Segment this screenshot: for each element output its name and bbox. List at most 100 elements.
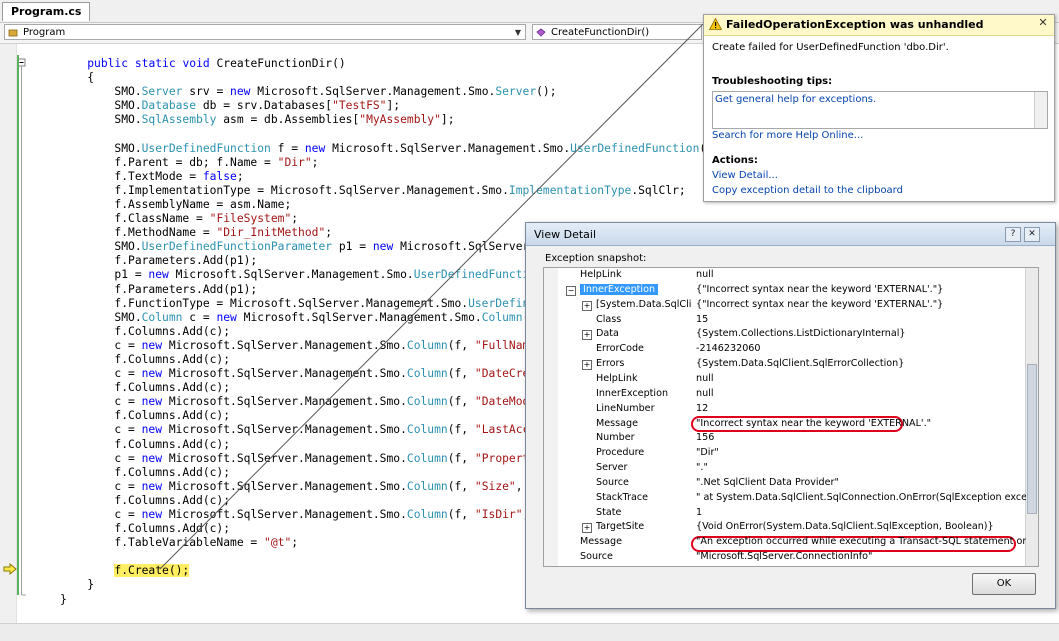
scrollbar-thumb[interactable] xyxy=(1027,364,1037,514)
expand-icon[interactable]: + xyxy=(582,330,592,341)
property-row[interactable]: InnerException null xyxy=(544,387,1026,402)
code-token: Microsoft.SqlServer.Management.Smo. xyxy=(162,423,407,437)
property-row[interactable]: + Data {System.Collections.ListDictionaryI… xyxy=(544,327,1026,342)
expand-icon[interactable]: + xyxy=(582,523,592,534)
code-token: ; xyxy=(325,226,333,240)
code-line[interactable]: SMO.UserDefinedFunction f = new Microsof… xyxy=(60,142,706,156)
property-value: "Dir" xyxy=(696,447,719,459)
horizontal-scrollbar[interactable] xyxy=(0,623,1059,641)
code-token: f.MethodName = xyxy=(60,226,217,240)
property-row[interactable]: ErrorCode -2146232060 xyxy=(544,342,1026,357)
dialog-close-icon[interactable]: ✕ xyxy=(1024,227,1040,242)
property-row[interactable]: Source ".Net SqlClient Data Provider" xyxy=(544,476,1026,491)
property-row[interactable]: + [System.Data.SqlClient.S {"Incorrect syn… xyxy=(544,298,1026,313)
property-name-text: Number xyxy=(596,432,635,444)
view-detail-link[interactable]: View Detail... xyxy=(712,170,778,181)
property-row[interactable]: HelpLink null xyxy=(544,372,1026,387)
code-token: Microsoft.SqlServer.Management.Smo. xyxy=(162,338,407,352)
code-token: "TestFS" xyxy=(332,99,387,113)
code-line[interactable]: { xyxy=(60,71,706,85)
property-row[interactable]: Message "An exception occurred while exec… xyxy=(544,535,1026,550)
property-row[interactable]: LineNumber 12 xyxy=(544,402,1026,417)
code-token: "Dir_InitMethod" xyxy=(216,226,326,240)
code-token: UserDefinedFunctionParameter xyxy=(141,240,333,254)
property-name-text: InnerException xyxy=(596,387,669,399)
code-line[interactable]: SMO.Database db = srv.Databases["TestFS"… xyxy=(60,99,706,113)
property-name-text: Class xyxy=(596,313,622,325)
code-line[interactable] xyxy=(60,127,706,141)
code-token: asm = db.Assemblies[ xyxy=(216,113,360,127)
code-token: false xyxy=(202,169,237,183)
code-token: Microsoft.SqlServer.Management.Smo. xyxy=(162,395,407,409)
property-value: null xyxy=(696,387,714,399)
code-token: "MyAssembly" xyxy=(359,113,441,127)
troubleshooting-tips-list: Get general help for exceptions. xyxy=(712,91,1048,129)
code-token: Microsoft.SqlServer.Management.Smo. xyxy=(325,141,571,155)
code-token: Column xyxy=(406,367,448,381)
property-row[interactable]: StackTrace " at System.Data.SqlClient.Sql… xyxy=(544,491,1026,506)
help-icon[interactable]: ? xyxy=(1005,227,1021,242)
code-line[interactable]: SMO.SqlAssembly asm = db.Assemblies["MyA… xyxy=(60,113,706,127)
code-token: f = xyxy=(270,141,305,155)
property-row[interactable]: Message "Incorrect syntax near the keywor… xyxy=(544,417,1026,432)
collapse-icon[interactable]: − xyxy=(566,285,576,296)
property-value: {System.Data.SqlClient.SqlErrorCollectio… xyxy=(696,358,905,370)
search-help-online-link[interactable]: Search for more Help Online... xyxy=(712,130,863,141)
property-name: State xyxy=(596,506,692,521)
property-value: {"Incorrect syntax near the keyword 'EXT… xyxy=(696,298,944,310)
property-row[interactable]: Source "Microsoft.SqlServer.ConnectionInf… xyxy=(544,550,1026,565)
member-combo[interactable]: CreateFunctionDir() xyxy=(532,24,702,40)
expand-icon[interactable]: + xyxy=(582,360,592,371)
chevron-down-icon: ▼ xyxy=(514,28,521,37)
code-token: f.TextMode = xyxy=(60,169,203,183)
code-token: SqlAssembly xyxy=(141,113,217,127)
property-row[interactable]: State 1 xyxy=(544,506,1026,521)
ok-button[interactable]: OK xyxy=(972,573,1036,595)
code-line[interactable]: f.Parent = db; f.Name = "Dir"; xyxy=(60,156,706,170)
general-help-link[interactable]: Get general help for exceptions. xyxy=(715,94,876,105)
property-row[interactable]: Procedure "Dir" xyxy=(544,446,1026,461)
code-token: (f, xyxy=(447,508,475,521)
property-name-text: LineNumber xyxy=(596,402,655,414)
code-line[interactable]: f.ImplementationType = Microsoft.SqlServ… xyxy=(60,184,706,198)
code-token: Microsoft.SqlServer.Management.Smo. xyxy=(168,268,414,282)
property-name: HelpLink xyxy=(580,268,692,283)
property-row[interactable]: HelpLink null xyxy=(544,268,1026,283)
code-token: UserDefinedFunction xyxy=(570,141,700,155)
property-name: Message xyxy=(596,417,692,432)
property-row[interactable]: Server "." xyxy=(544,461,1026,476)
property-value: {"Incorrect syntax near the keyword 'EXT… xyxy=(696,283,944,295)
code-token: c = xyxy=(60,395,142,409)
property-row[interactable]: Class 15 xyxy=(544,313,1026,328)
close-icon[interactable]: ✕ xyxy=(1036,16,1050,30)
property-grid-scrollbar[interactable] xyxy=(1025,268,1038,566)
property-name-text: Message xyxy=(596,417,639,429)
property-name: Message xyxy=(580,535,692,550)
code-token: SMO. xyxy=(60,85,142,99)
code-line[interactable]: f.TextMode = false; xyxy=(60,170,706,184)
code-token: "@t" xyxy=(264,536,292,550)
copy-exception-link[interactable]: Copy exception detail to the clipboard xyxy=(712,185,903,196)
property-row[interactable]: + TargetSite {Void OnError(System.Data.Sql… xyxy=(544,520,1026,535)
tab-program-cs[interactable]: Program.cs xyxy=(2,2,91,21)
property-name-text: HelpLink xyxy=(580,269,622,280)
code-token: new xyxy=(141,479,163,493)
property-row[interactable]: − InnerException {"Incorrect syntax near t… xyxy=(544,283,1026,298)
property-row[interactable]: Number 156 xyxy=(544,431,1026,446)
code-token: new xyxy=(304,141,326,155)
code-line[interactable]: public static void CreateFunctionDir() xyxy=(60,57,706,71)
property-name-text: Errors xyxy=(596,358,625,370)
code-token: new xyxy=(148,268,169,282)
code-line[interactable]: f.AssemblyName = asm.Name; xyxy=(60,198,706,212)
code-token: c = xyxy=(182,310,217,324)
code-line[interactable]: SMO.Server srv = new Microsoft.SqlServer… xyxy=(60,85,706,99)
code-token: void xyxy=(182,57,210,70)
tips-scrollbar[interactable] xyxy=(1034,92,1047,128)
code-token: new xyxy=(141,451,163,465)
code-token: ImplementationType xyxy=(508,183,632,197)
code-token: "Size" xyxy=(474,479,516,493)
property-row[interactable]: + Errors {System.Data.SqlClient.SqlErrorCo… xyxy=(544,357,1026,372)
expand-icon[interactable]: + xyxy=(582,300,592,311)
class-combo[interactable]: Program ▼ xyxy=(4,24,526,40)
